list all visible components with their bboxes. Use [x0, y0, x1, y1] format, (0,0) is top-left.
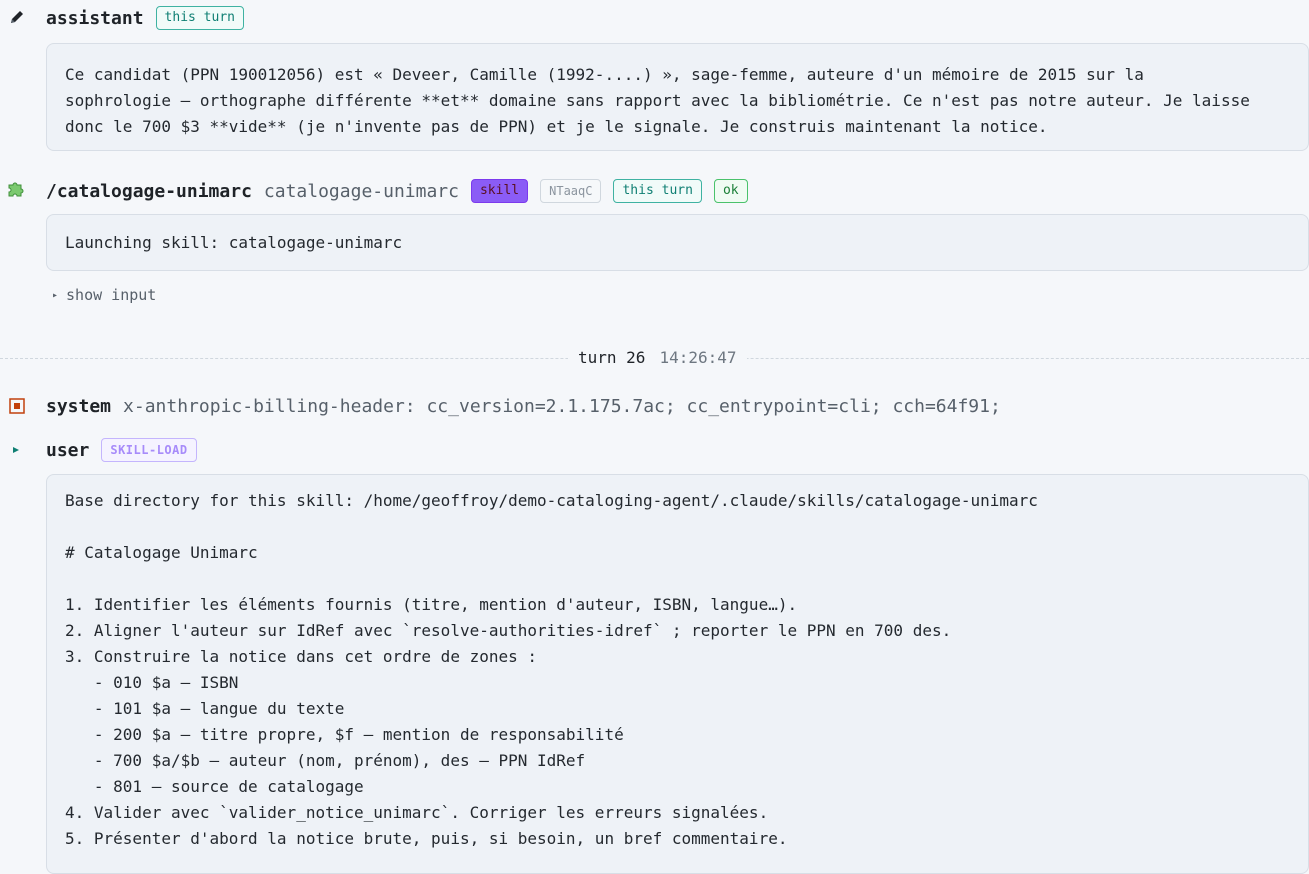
skill-load-badge: SKILL-LOAD [101, 438, 197, 462]
skill-command: /catalogage-unimarc [46, 180, 252, 202]
assistant-message-text: Ce candidat (PPN 190012056) est « Deveer… [65, 65, 1250, 136]
skill-type-badge: skill [470, 179, 529, 203]
user-header: user SKILL-LOAD [46, 437, 197, 463]
skill-output-text: Launching skill: catalogage-unimarc [65, 233, 403, 252]
user-arrow-icon [6, 440, 26, 460]
assistant-role-label: assistant [46, 7, 144, 29]
puzzle-icon [6, 179, 26, 199]
assistant-header: assistant this turn [46, 5, 244, 31]
turn-timestamp: 14:26:47 [659, 348, 737, 367]
pencil-icon [7, 7, 27, 27]
system-role-label: system [46, 395, 112, 417]
assistant-message: Ce candidat (PPN 190012056) est « Deveer… [46, 43, 1309, 151]
system-message: system x-anthropic-billing-header: cc_ve… [46, 393, 1001, 419]
turn-number: turn 26 [578, 348, 646, 367]
expand-triangle-icon: ▸ [52, 289, 59, 301]
show-input-toggle[interactable]: ▸ show input [52, 286, 156, 304]
skill-output: Launching skill: catalogage-unimarc [46, 214, 1309, 271]
skill-call-header: /catalogage-unimarc catalogage-unimarc s… [46, 177, 748, 205]
show-input-label: show input [66, 286, 157, 304]
this-turn-badge: this turn [155, 6, 244, 30]
skill-name: catalogage-unimarc [263, 180, 459, 202]
this-turn-badge: this turn [613, 179, 702, 203]
system-message-text: x-anthropic-billing-header: cc_version=2… [123, 395, 1001, 417]
user-role-label: user [46, 439, 90, 461]
system-icon [7, 396, 27, 416]
turn-separator-label: turn 26 14:26:47 [568, 348, 747, 367]
user-message: Base directory for this skill: /home/geo… [46, 474, 1309, 874]
user-message-text: Base directory for this skill: /home/geo… [65, 491, 1038, 848]
status-ok-badge: ok [713, 179, 748, 203]
tool-id-badge: NTaaqC [540, 179, 602, 203]
